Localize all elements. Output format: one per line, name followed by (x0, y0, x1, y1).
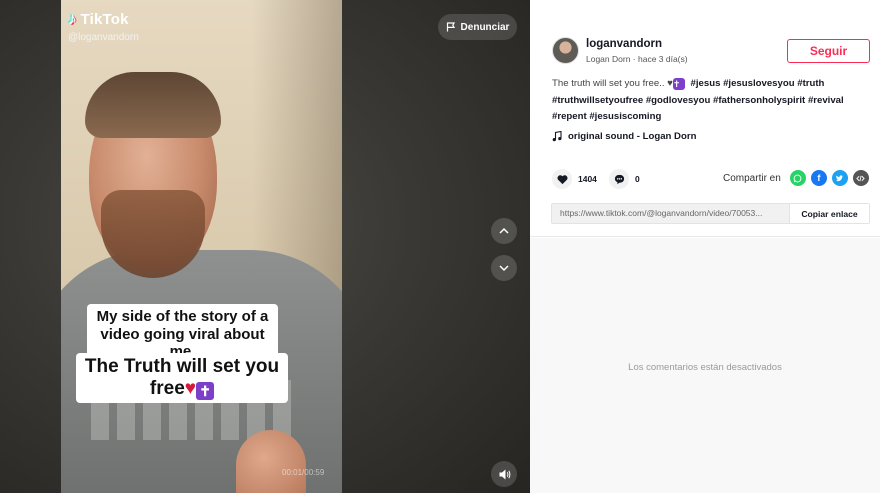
description-text: The truth will set you free.. ♥ (552, 78, 673, 89)
flag-icon (446, 22, 455, 32)
video-caption-truth-line1: The Truth will set you (84, 356, 280, 377)
twitter-share-button[interactable] (831, 170, 848, 186)
hashtag-link[interactable]: #truthwillsetyoufree (552, 95, 643, 106)
speaker-icon (499, 469, 510, 479)
post-description: The truth will set you free.. ♥✝ #jesus … (552, 76, 870, 126)
facebook-icon: f (817, 173, 821, 183)
report-label: Denunciar (460, 21, 510, 33)
share-bar: Compartir en f (723, 170, 869, 186)
hashtag-link[interactable]: #jesusiscoming (589, 111, 661, 122)
hashtag-link[interactable]: #fathersonholyspirit (713, 95, 805, 106)
comments-disabled-message: Los comentarios están desactivados (628, 362, 782, 373)
heart-icon (556, 174, 568, 184)
post-header: loganvandorn Logan Dorn · hace 3 día(s) … (530, 0, 880, 237)
whatsapp-share-button[interactable] (789, 170, 806, 186)
twitter-icon (836, 174, 844, 181)
comments-section: Los comentarios están desactivados (530, 238, 880, 493)
video-player[interactable]: My side of the story of a video going vi… (0, 0, 530, 493)
whatsapp-icon (793, 174, 802, 182)
like-count: 1404 (578, 174, 597, 184)
tiktok-wordmark: TikTok (80, 10, 129, 28)
chevron-down-icon (499, 265, 509, 272)
heart-emoji-icon: ♥ (184, 378, 197, 400)
comment-bubble-icon (614, 174, 624, 184)
hashtag-link[interactable]: #truth (797, 78, 824, 89)
previous-video-button[interactable] (491, 218, 517, 244)
avatar[interactable] (552, 37, 579, 64)
video-link-field[interactable]: https://www.tiktok.com/@loganvandorn/vid… (552, 204, 789, 223)
like-button[interactable]: 1404 (552, 169, 597, 189)
tiktok-logo: ♪ TikTok (68, 9, 129, 29)
embed-share-button[interactable] (852, 170, 869, 186)
watermark-handle: @loganvandorn (68, 32, 139, 43)
video-link-box: https://www.tiktok.com/@loganvandorn/vid… (551, 203, 870, 224)
video-frame[interactable] (61, 0, 342, 493)
hashtag-link[interactable]: #godlovesyou (646, 95, 711, 106)
code-embed-icon (856, 175, 866, 181)
hashtag-link[interactable]: #revival (808, 95, 844, 106)
sound-name: original sound - Logan Dorn (568, 131, 697, 142)
cross-emoji-icon: ✝ (196, 382, 215, 401)
volume-button[interactable] (491, 461, 517, 487)
sound-link[interactable]: original sound - Logan Dorn (552, 131, 696, 142)
author-username[interactable]: loganvandorn (586, 38, 662, 50)
music-note-icon (552, 131, 562, 142)
share-label: Compartir en (723, 172, 781, 184)
copy-link-button[interactable]: Copiar enlace (789, 204, 869, 223)
follow-button[interactable]: Seguir (787, 39, 870, 63)
author-display-name[interactable]: Logan Dorn (586, 54, 630, 64)
hashtag-link[interactable]: #jesuslovesyou (723, 78, 794, 89)
post-date: hace 3 día(s) (637, 54, 688, 64)
post-info-panel: loganvandorn Logan Dorn · hace 3 día(s) … (530, 0, 880, 493)
report-button[interactable]: Denunciar (438, 14, 517, 40)
tiktok-note-icon: ♪ (68, 9, 77, 28)
next-video-button[interactable] (491, 255, 517, 281)
video-timestamp: 00:01/00:59 (282, 468, 325, 477)
chevron-up-icon (499, 227, 509, 234)
video-caption-truth: The Truth will set you free♥ ✝ (76, 353, 288, 403)
author-subline: Logan Dorn · hace 3 día(s) (586, 54, 688, 64)
comment-count: 0 (635, 174, 640, 184)
cross-emoji-icon: ✝ (672, 78, 685, 90)
hashtag-link[interactable]: #jesus (691, 78, 721, 89)
video-caption-truth-line2: free (149, 378, 185, 400)
hashtag-link[interactable]: #repent (552, 111, 587, 122)
facebook-share-button[interactable]: f (810, 170, 827, 186)
comment-button[interactable]: 0 (609, 169, 640, 189)
